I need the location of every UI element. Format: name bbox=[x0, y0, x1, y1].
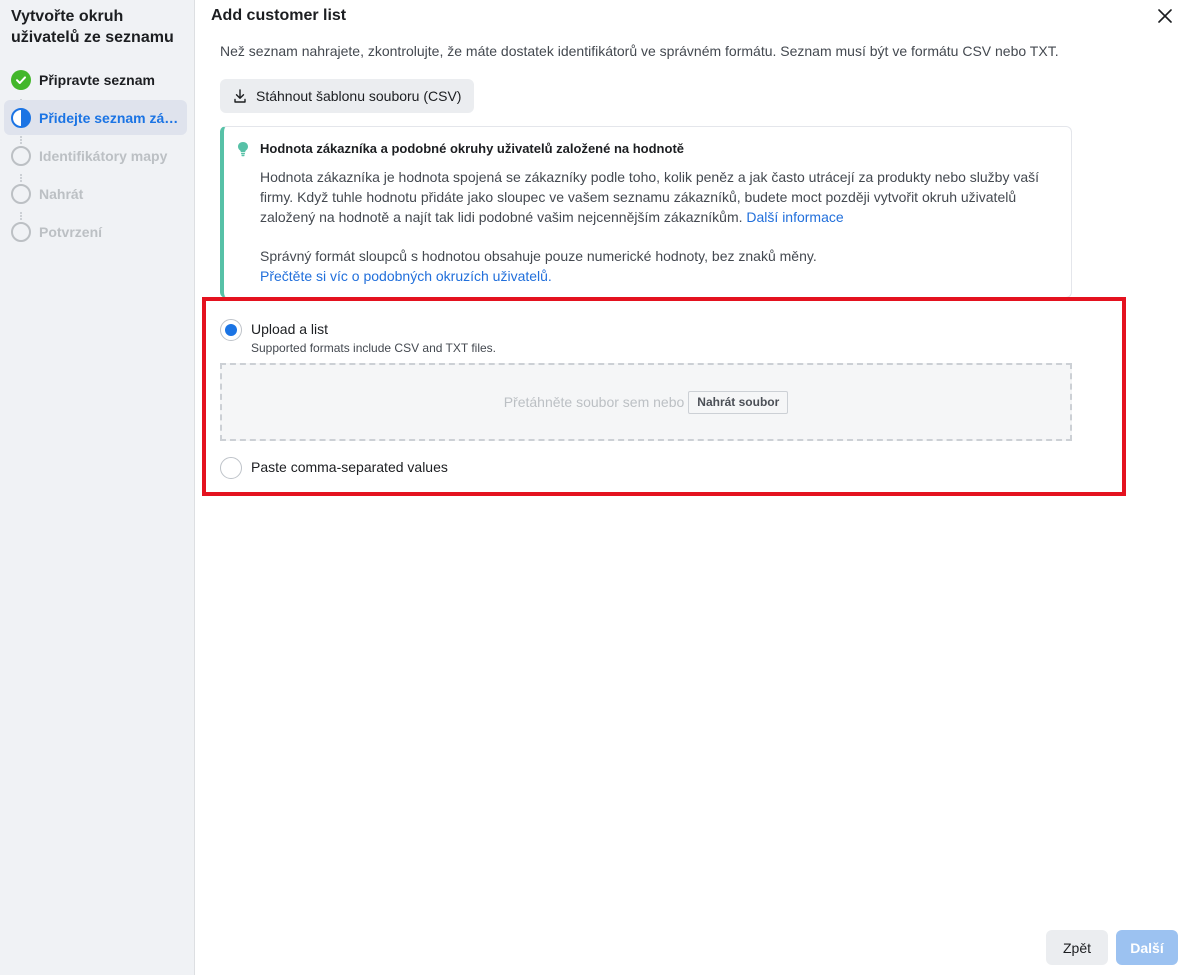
half-circle-icon bbox=[11, 107, 31, 128]
sidebar-step-label: Nahrát bbox=[39, 185, 84, 202]
main-panel: Add customer list Než seznam nahrajete, … bbox=[196, 0, 1190, 975]
paste-values-label[interactable]: Paste comma-separated values bbox=[251, 459, 448, 475]
sidebar-step-label: Potvrzení bbox=[39, 223, 103, 240]
sidebar-step-label: Přidejte seznam zákazníků bbox=[39, 109, 181, 126]
close-button[interactable] bbox=[1154, 5, 1176, 27]
info-card-title: Hodnota zákazníka a podobné okruhy uživa… bbox=[260, 141, 684, 156]
paste-values-radio[interactable] bbox=[220, 457, 242, 479]
close-icon bbox=[1158, 9, 1172, 23]
info-card-body-format: Správný formát sloupců s hodnotou obsahu… bbox=[260, 246, 1050, 286]
info-card-format-text: Správný formát sloupců s hodnotou obsahu… bbox=[260, 248, 817, 264]
back-button[interactable]: Zpět bbox=[1046, 930, 1108, 965]
check-circle-icon bbox=[11, 69, 31, 90]
info-card-body: Hodnota zákazníka je hodnota spojená se … bbox=[260, 167, 1050, 227]
lightbulb-icon bbox=[236, 141, 250, 157]
empty-circle-icon bbox=[11, 145, 31, 166]
sidebar-step-confirmation: Potvrzení bbox=[4, 214, 187, 249]
upload-file-button[interactable]: Nahrát soubor bbox=[688, 390, 789, 414]
sidebar-step-upload: Nahrát bbox=[4, 176, 187, 211]
sidebar: Vytvořte okruh uživatelů ze seznamu Přip… bbox=[0, 0, 195, 975]
lookalike-info-link[interactable]: Přečtěte si víc o podobných okruzích uži… bbox=[260, 268, 552, 284]
info-card-body-text: Hodnota zákazníka je hodnota spojená se … bbox=[260, 169, 1040, 225]
empty-circle-icon bbox=[11, 183, 31, 204]
download-icon bbox=[232, 88, 248, 104]
download-template-label: Stáhnout šablonu souboru (CSV) bbox=[256, 88, 462, 104]
upload-list-sublabel: Supported formats include CSV and TXT fi… bbox=[251, 341, 497, 355]
upload-list-radio[interactable] bbox=[220, 319, 242, 341]
download-template-button[interactable]: Stáhnout šablonu souboru (CSV) bbox=[220, 79, 474, 113]
sidebar-title: Vytvořte okruh uživatelů ze seznamu bbox=[11, 8, 174, 46]
sidebar-step-add-customer-list[interactable]: Přidejte seznam zákazníků bbox=[4, 100, 187, 135]
file-dropzone[interactable]: Přetáhněte soubor sem nebo Nahrát soubor bbox=[220, 363, 1072, 441]
next-button[interactable]: Další bbox=[1116, 930, 1178, 965]
empty-circle-icon bbox=[11, 221, 31, 242]
dropzone-text: Přetáhněte soubor sem nebo bbox=[503, 394, 685, 410]
sidebar-step-prepare-list[interactable]: Připravte seznam bbox=[4, 62, 187, 97]
intro-text: Než seznam nahrajete, zkontrolujte, že m… bbox=[220, 43, 1059, 59]
radio-selected-dot bbox=[225, 324, 237, 336]
upload-list-label[interactable]: Upload a list bbox=[251, 321, 328, 337]
sidebar-step-label: Identifikátory mapy bbox=[39, 147, 168, 164]
more-info-link[interactable]: Další informace bbox=[746, 209, 843, 225]
page-title: Add customer list bbox=[211, 7, 347, 24]
sidebar-step-map-identifiers: Identifikátory mapy bbox=[4, 138, 187, 173]
customer-value-info-card: Hodnota zákazníka a podobné okruhy uživa… bbox=[220, 126, 1072, 298]
sidebar-step-label: Připravte seznam bbox=[39, 71, 155, 88]
